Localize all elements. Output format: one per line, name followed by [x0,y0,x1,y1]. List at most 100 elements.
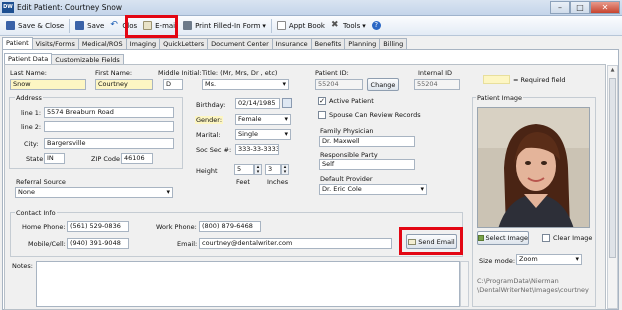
state-field[interactable]: IN [44,153,65,164]
inches-label: Inches [267,178,289,186]
size-mode-select[interactable]: Zoom [516,254,582,265]
internal-id-field: 55204 [414,79,460,90]
scroll-up-icon[interactable]: ▲ [609,67,616,75]
window-title: Edit Patient: Courtney Snow [17,3,122,12]
patient-image-legend: Patient Image [476,94,524,102]
dropdown-arrow-icon: ▾ [362,21,366,30]
panel-scrollbar[interactable]: ▲ [607,65,618,309]
first-name-label: First Name: [95,69,133,77]
ssn-label: Soc Sec #: [196,146,232,154]
help-button[interactable]: ? [369,18,387,34]
default-provider-select[interactable]: Dr. Eric Cole [319,184,427,195]
height-inches-field[interactable]: 3 [265,164,281,175]
line1-label: line 1: [21,109,42,117]
image-path-line1: C:\ProgramData\Nierman [477,277,559,285]
last-name-field[interactable]: Snow [10,79,86,90]
home-phone-field[interactable]: (561) 529-0836 [67,221,129,232]
calendar-icon[interactable] [282,98,292,108]
scroll-thumb[interactable] [609,78,616,258]
required-swatch [483,75,510,84]
disk-icon [75,21,85,30]
title-label: Title: (Mr, Mrs, Dr , etc) [202,69,278,77]
referral-source-select[interactable]: None [15,187,173,198]
middle-initial-label: Middle Initial: [158,69,202,77]
feet-label: Feet [236,178,250,186]
first-name-field[interactable]: Courtney [95,79,153,90]
save-icon [6,21,15,30]
appt-book-button[interactable]: Appt Book [274,18,328,34]
app-logo-icon: DW [2,2,14,13]
select-image-button[interactable]: Select Image [477,231,529,245]
height-feet-field[interactable]: 5 [234,164,254,175]
inches-spinner-icon[interactable]: ▴ ▾ [281,164,289,175]
feet-spinner-icon[interactable]: ▴ ▾ [254,164,262,175]
city-label: City: [24,140,39,148]
patient-id-label: Patient ID: [315,69,349,77]
save-close-button[interactable]: Save & Close [3,18,67,34]
marital-select[interactable]: Single [235,129,291,140]
window-controls: – □ ✕ [550,1,620,14]
clear-image-label: Clear Image [553,234,593,242]
height-label: Height [196,167,218,175]
responsible-party-field[interactable]: Self [319,159,415,170]
ssn-field[interactable]: 333-33-3333 [235,144,279,155]
printer-icon [183,21,193,30]
city-field[interactable]: Bargersville [44,138,174,149]
title-select[interactable]: Ms. [202,79,289,90]
size-mode-label: Size mode: [479,257,516,265]
referral-source-label: Referral Source [16,178,66,186]
email-label: Email: [177,240,198,248]
tools-button[interactable]: ✖ Tools ▾ [328,18,369,34]
save-button[interactable]: Save [72,18,107,34]
work-phone-field[interactable]: (800) 879-6468 [199,221,261,232]
address-line2-field[interactable] [44,121,174,132]
toolbar-separator [270,18,272,33]
email-highlight-box [125,15,178,38]
clock-icon [276,21,286,30]
last-name-label: Last Name: [10,69,47,77]
home-phone-label: Home Phone: [22,223,66,231]
toolbar: Save & Close Save ↶ Clos E-mail Print Fil… [0,16,622,36]
notes-label: Notes: [12,262,33,270]
zip-field[interactable]: 46106 [121,153,153,164]
maximize-button[interactable]: □ [570,1,590,14]
help-icon: ? [371,21,381,30]
birthday-field[interactable]: 02/14/1985 [235,98,280,109]
mobile-phone-label: Mobile/Cell: [28,240,66,248]
gender-select[interactable]: Female [235,114,291,125]
minimize-button[interactable]: – [550,1,570,14]
contact-info-legend: Contact Info [15,209,57,217]
active-patient-label: Active Patient [329,97,374,105]
tools-icon: ✖ [331,20,339,30]
close-window-button[interactable]: ✕ [590,1,620,14]
active-patient-checkbox[interactable]: ✓ [318,97,326,105]
contact-info-group [10,212,463,257]
family-physician-label: Family Physician [320,127,374,135]
dropdown-arrow-icon: ▾ [262,21,266,30]
undo-icon: ↶ [110,20,118,30]
family-physician-field[interactable]: Dr. Maxwell [319,136,415,147]
line2-label: line 2: [21,123,42,131]
marital-label: Marital: [196,131,221,139]
patient-photo-image [478,108,589,227]
send-email-highlight-box [399,227,463,255]
spouse-review-checkbox[interactable] [318,111,326,119]
notes-textarea[interactable] [36,261,460,307]
address-line1-field[interactable]: 5574 Breaburn Road [44,107,174,118]
responsible-party-label: Responsible Party [320,151,378,159]
print-form-button[interactable]: Print Filled-In Form ▾ [180,18,269,34]
change-id-button[interactable]: Change [367,78,399,91]
clear-image-checkbox[interactable] [542,234,550,242]
toolbar-separator [69,18,71,33]
mobile-phone-field[interactable]: (940) 391-9048 [67,238,129,249]
address-legend: Address [15,94,43,102]
notes-scrollbar[interactable] [460,261,469,307]
gender-label: Gender: [195,116,224,124]
patient-id-field: 55204 [315,79,363,90]
zip-label: ZIP Code [91,155,120,163]
spouse-review-label: Spouse Can Review Records [329,111,421,119]
default-provider-label: Default Provider [320,175,373,183]
image-icon [478,235,484,241]
email-field[interactable]: courtney@dentalwriter.com [199,238,392,249]
middle-initial-field[interactable]: D [163,79,183,90]
